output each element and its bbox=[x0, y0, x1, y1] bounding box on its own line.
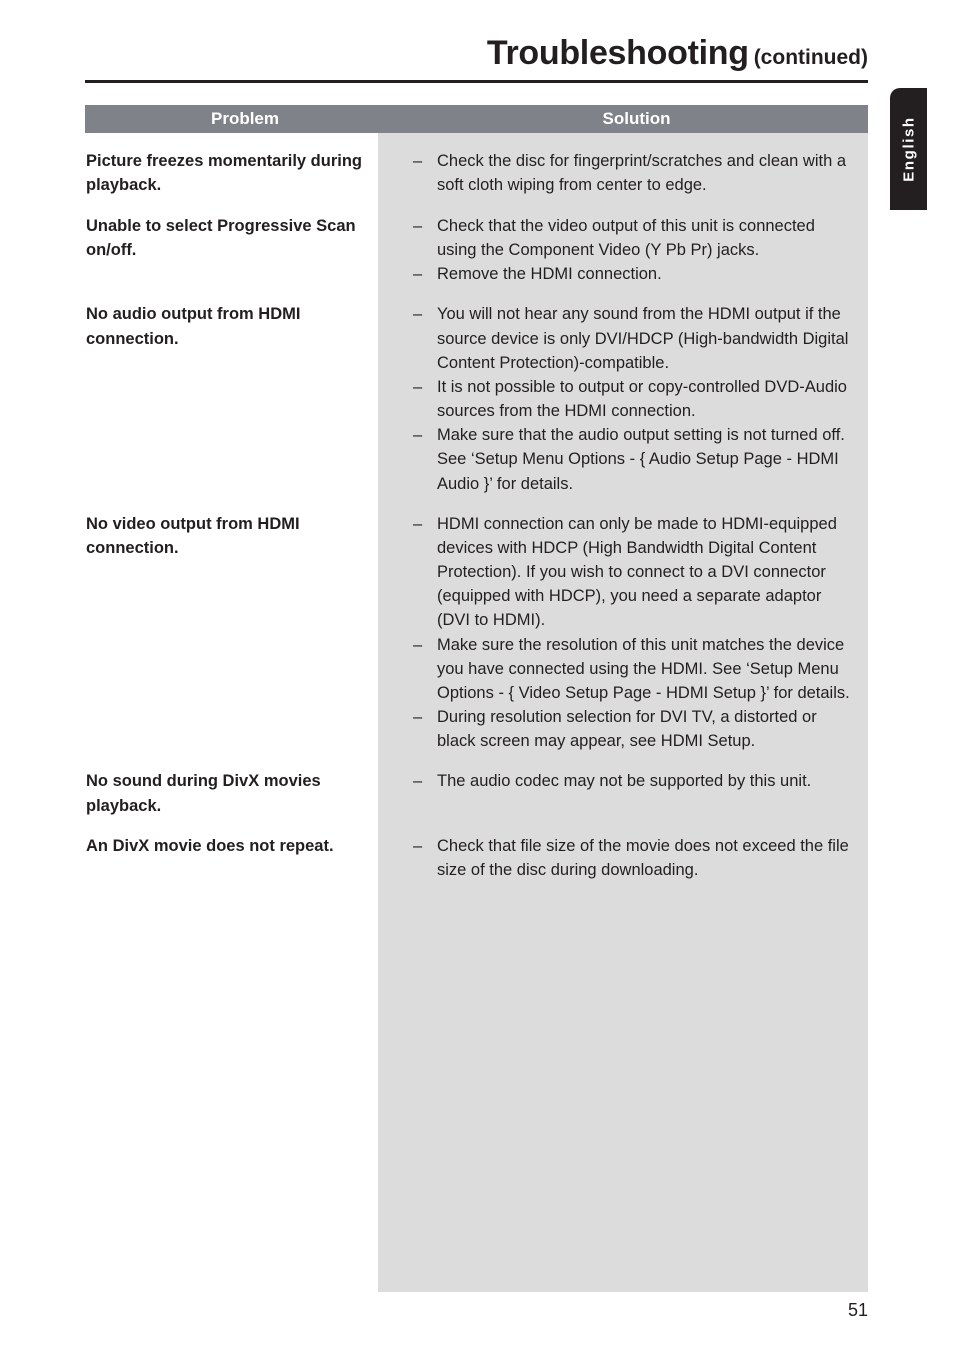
solution-text: Check the disc for fingerprint/scratches… bbox=[437, 152, 847, 195]
problem-cell: No audio output from HDMI connection. bbox=[86, 305, 301, 348]
solution-cell: – Check that file size of the movie does … bbox=[378, 818, 868, 882]
solution-bullet: – The audio codec may not be supported by… bbox=[413, 769, 856, 793]
bullet-dash-icon: – bbox=[413, 426, 423, 445]
solution-bullet: – It is not possible to output or copy-co… bbox=[413, 375, 856, 423]
bullet-dash-icon: – bbox=[413, 377, 423, 396]
table-row: No video output from HDMI connection. – HD… bbox=[85, 496, 868, 754]
table-row: An DivX movie does not repeat. – Check tha… bbox=[85, 818, 868, 882]
solution-bullet: – Check that the video output of this uni… bbox=[413, 214, 856, 262]
column-header-solution: Solution bbox=[602, 109, 671, 128]
table-row: No sound during DivX movies playback. – Th… bbox=[85, 753, 868, 818]
table-row: Unable to select Progressive Scan on/off… bbox=[85, 198, 868, 287]
solution-cell: – Check the disc for fingerprint/scratche… bbox=[378, 133, 868, 197]
table-row: Picture freezes momentarily during playb… bbox=[85, 133, 868, 198]
page-title: Troubleshooting bbox=[486, 34, 749, 72]
troubleshooting-table: Picture freezes momentarily during playb… bbox=[85, 133, 868, 1292]
solution-text: Check that the video output of this unit… bbox=[437, 216, 815, 259]
page-title-suffix: (continued) bbox=[753, 46, 868, 69]
bullet-dash-icon: – bbox=[413, 305, 423, 324]
bullet-dash-icon: – bbox=[413, 514, 423, 533]
solution-text: Make sure that the audio output setting … bbox=[437, 426, 845, 493]
solution-bullet: – Check the disc for fingerprint/scratche… bbox=[413, 149, 856, 197]
solution-text: The audio codec may not be supported by … bbox=[437, 772, 812, 791]
solution-bullet: – Make sure the resolution of this unit m… bbox=[413, 633, 856, 706]
solution-cell: – Check that the video output of this uni… bbox=[378, 198, 868, 287]
problem-cell: An DivX movie does not repeat. bbox=[86, 837, 334, 856]
problem-cell: No video output from HDMI connection. bbox=[86, 514, 300, 558]
solution-cell: – The audio codec may not be supported by… bbox=[378, 753, 868, 793]
bullet-dash-icon: – bbox=[413, 708, 423, 727]
solution-text: Check that file size of the movie does n… bbox=[437, 837, 849, 880]
solution-text: It is not possible to output or copy-con… bbox=[437, 377, 847, 421]
problem-cell: Unable to select Progressive Scan on/off… bbox=[86, 216, 356, 260]
bullet-dash-icon: – bbox=[413, 216, 423, 235]
bullet-dash-icon: – bbox=[413, 265, 423, 284]
solution-bullet: – HDMI connection can only be made to HDM… bbox=[413, 512, 856, 633]
solution-bullet: – Make sure that the audio output setting… bbox=[413, 423, 856, 496]
solution-text: HDMI connection can only be made to HDMI… bbox=[437, 514, 837, 630]
table-row: No audio output from HDMI connection. – Yo… bbox=[85, 286, 868, 495]
column-header-problem: Problem bbox=[210, 109, 280, 128]
title-divider bbox=[85, 80, 868, 83]
language-tab-label: English bbox=[900, 116, 917, 182]
problem-cell: No sound during DivX movies playback. bbox=[86, 772, 321, 815]
solution-text: Remove the HDMI connection. bbox=[437, 265, 662, 284]
solution-bullet: – Check that file size of the movie does … bbox=[413, 834, 856, 882]
table-header-bar: Problem Solution bbox=[85, 105, 868, 133]
solution-text: Make sure the resolution of this unit ma… bbox=[437, 635, 850, 702]
page-header: Troubleshooting (continued) bbox=[85, 34, 868, 73]
bullet-dash-icon: – bbox=[413, 837, 423, 856]
solution-bullet: – You will not hear any sound from the HD… bbox=[413, 302, 856, 375]
page-number: 51 bbox=[847, 1300, 868, 1320]
bullet-dash-icon: – bbox=[413, 635, 423, 654]
solution-text: During resolution selection for DVI TV, … bbox=[437, 708, 817, 751]
problem-cell: Picture freezes momentarily during playb… bbox=[86, 152, 362, 195]
solution-bullet: – Remove the HDMI connection. bbox=[413, 262, 856, 286]
solution-cell: – You will not hear any sound from the HD… bbox=[378, 286, 868, 495]
solution-cell: – HDMI connection can only be made to HDM… bbox=[378, 496, 868, 754]
bullet-dash-icon: – bbox=[413, 772, 423, 791]
language-tab: English bbox=[890, 88, 927, 210]
solution-text: You will not hear any sound from the HDM… bbox=[437, 305, 849, 372]
solution-bullet: – During resolution selection for DVI TV,… bbox=[413, 705, 856, 753]
bullet-dash-icon: – bbox=[413, 152, 423, 170]
